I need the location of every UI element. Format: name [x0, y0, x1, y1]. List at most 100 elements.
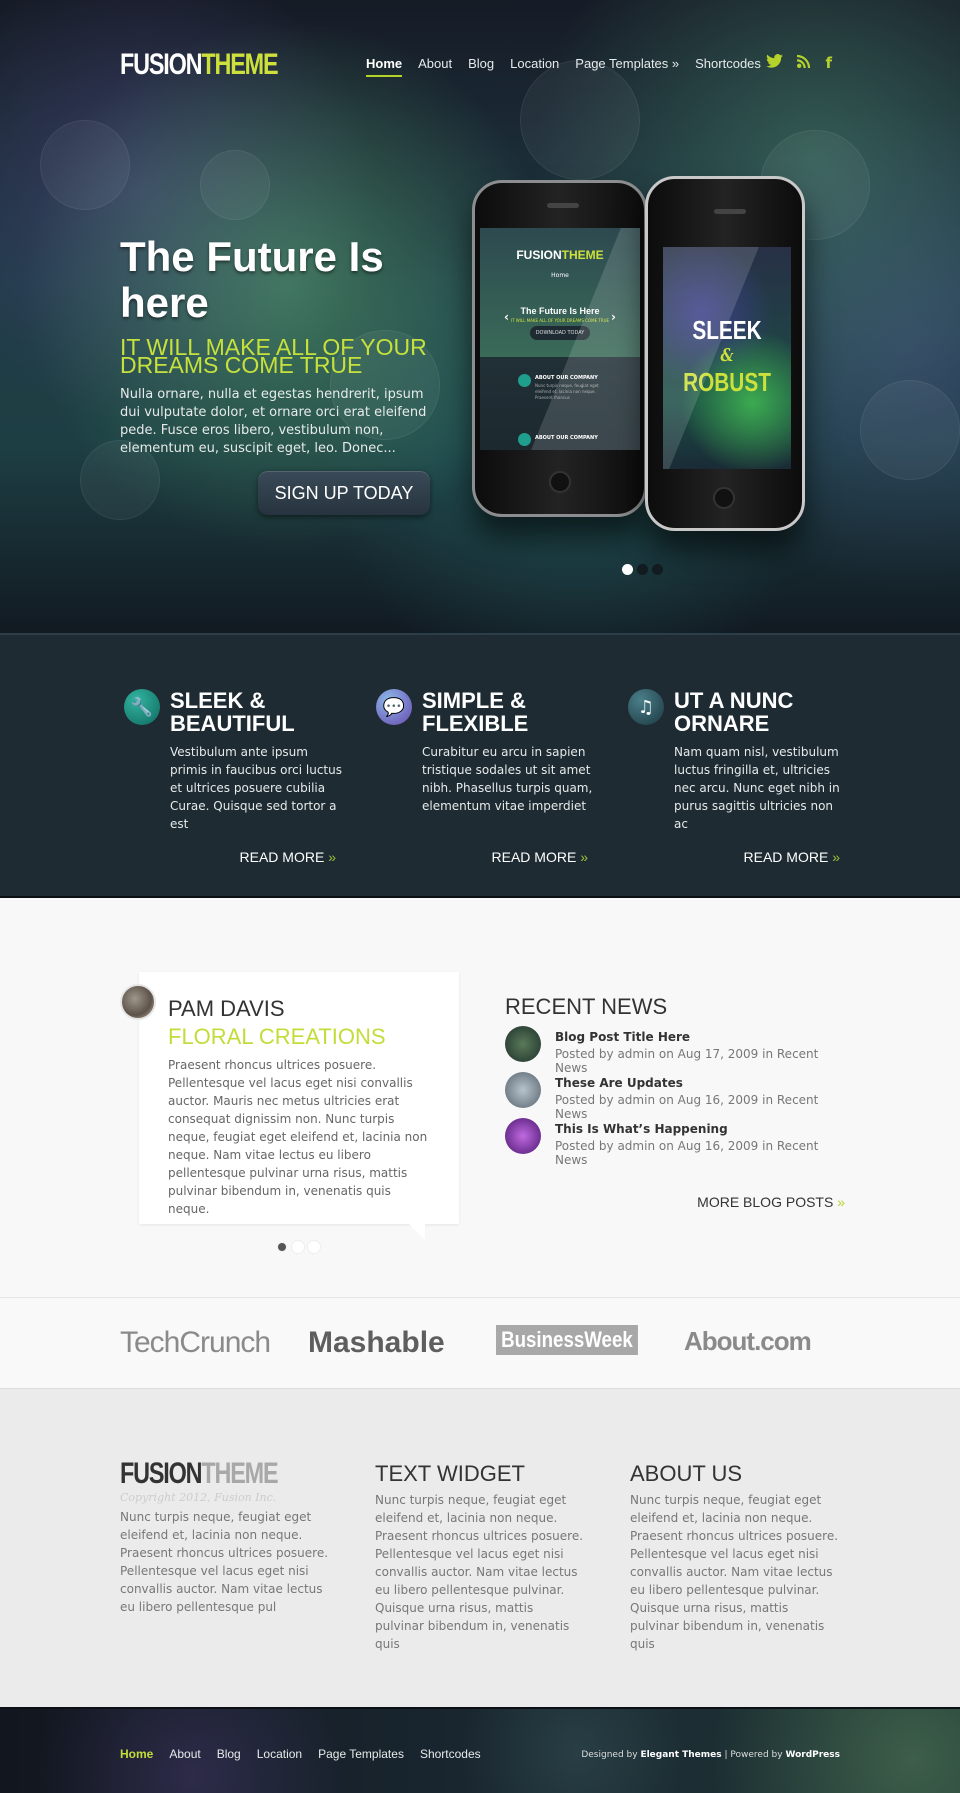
site-logo[interactable]: FUSIONTHEME [120, 48, 279, 82]
testimonial-dot-3[interactable] [307, 1240, 321, 1254]
footer-nav-about[interactable]: About [169, 1747, 200, 1761]
press-logos: TechCrunch Mashable BusinessWeek About.c… [0, 1297, 960, 1389]
phone-mockup-left: FUSIONTHEME Home ‹ › The Future Is Here … [472, 180, 647, 517]
footer-col-about: ABOUT US Nunc turpis neque, feugiat eget… [630, 1459, 860, 1653]
news-item: These Are Updates Posted by admin on Aug… [505, 1072, 845, 1121]
elegant-themes-link[interactable]: Elegant Themes [640, 1750, 721, 1760]
footer-nav: Home About Blog Location Page Templates … [120, 1747, 481, 1761]
footer-heading: ABOUT US [630, 1461, 743, 1486]
feature-title: SLEEK & BEAUTIFUL [170, 688, 295, 736]
feature-body: Nam quam nisl, vestibulum luctus fringil… [674, 745, 840, 831]
avatar [120, 984, 156, 1020]
footer-logo: FUSIONTHEME [120, 1457, 279, 1490]
news-title-link[interactable]: Blog Post Title Here [555, 1026, 845, 1044]
speaker-icon [714, 209, 746, 214]
mashable-logo: Mashable [308, 1326, 445, 1359]
feature-item: 🔧 SLEEK & BEAUTIFUL Vestibulum ante ipsu… [122, 688, 342, 865]
businessweek-logo: BusinessWeek [496, 1325, 638, 1355]
bokeh-decoration [860, 380, 960, 480]
home-button-icon [549, 471, 571, 493]
read-more-link[interactable]: READ MORE » [492, 849, 588, 865]
nav-home[interactable]: Home [366, 56, 403, 77]
nav-page-templates[interactable]: Page Templates » [575, 56, 679, 77]
footer-nav-shortcodes[interactable]: Shortcodes [420, 1747, 481, 1761]
phone-mockup-right: SLEEK & ROBUST [645, 176, 805, 531]
news-thumbnail[interactable] [505, 1118, 541, 1154]
site-header: FUSIONTHEME Home About Blog Location Pag… [120, 44, 840, 84]
credits: Designed by Elegant Themes | Powered by … [581, 1750, 840, 1760]
bokeh-decoration [200, 150, 270, 220]
news-thumbnail[interactable] [505, 1026, 541, 1062]
footer-nav-page-templates[interactable]: Page Templates [318, 1747, 404, 1761]
news-item: This Is What’s Happening Posted by admin… [505, 1118, 845, 1167]
phone-screen: SLEEK & ROBUST [663, 247, 791, 469]
news-heading: RECENT NEWS [505, 994, 668, 1019]
bottom-bar: Home About Blog Location Page Templates … [0, 1707, 960, 1793]
bokeh-decoration [40, 120, 130, 210]
twitter-icon[interactable] [766, 54, 784, 72]
testimonial-dot-2[interactable] [291, 1240, 305, 1254]
nav-location[interactable]: Location [510, 56, 559, 77]
social-links: f [766, 54, 832, 72]
news-thumbnail[interactable] [505, 1072, 541, 1108]
news-meta: Posted by admin on Aug 16, 2009 in Recen… [555, 1093, 819, 1121]
wrench-icon: 🔧 [124, 689, 160, 725]
testimonial-pagination [275, 1240, 321, 1254]
hero-section: FUSIONTHEME Home About Blog Location Pag… [0, 0, 960, 633]
news-title-link[interactable]: These Are Updates [555, 1072, 845, 1090]
testimonial-name: PAM DAVIS [168, 996, 285, 1021]
footer-nav-location[interactable]: Location [257, 1747, 302, 1761]
footer-text: Nunc turpis neque, feugiat eget eleifend… [120, 1510, 329, 1614]
recent-news: RECENT NEWS Blog Post Title Here Posted … [505, 994, 845, 1210]
slide-dot-2[interactable] [637, 564, 648, 575]
logo-part2: THEME [201, 48, 278, 81]
rss-icon[interactable] [797, 54, 811, 72]
read-more-link[interactable]: READ MORE » [744, 849, 840, 865]
main-nav: Home About Blog Location Page Templates … [366, 56, 761, 77]
news-item: Blog Post Title Here Posted by admin on … [505, 1026, 845, 1075]
footer-text: Nunc turpis neque, feugiat eget eleifend… [630, 1493, 839, 1651]
news-meta: Posted by admin on Aug 17, 2009 in Recen… [555, 1047, 819, 1075]
news-title-link[interactable]: This Is What’s Happening [555, 1118, 845, 1136]
copyright: Copyright 2012, Fusion Inc. [120, 1491, 277, 1504]
testimonial-news-section: PAM DAVIS FLORAL CREATIONS Praesent rhon… [0, 898, 960, 1297]
read-more-link[interactable]: READ MORE » [240, 849, 336, 865]
slide-dot-3[interactable] [652, 564, 663, 575]
about-com-logo: About.com [684, 1326, 812, 1356]
home-button-icon [713, 487, 735, 509]
nav-about[interactable]: About [418, 56, 452, 77]
wrench-icon [518, 433, 531, 446]
footer-nav-home[interactable]: Home [120, 1747, 153, 1761]
wordpress-link[interactable]: WordPress [785, 1750, 840, 1760]
logo-part1: FUSION [120, 48, 203, 81]
feature-body: Curabitur eu arcu in sapien tristique so… [422, 745, 593, 813]
testimonial-dot-1[interactable] [277, 1242, 287, 1252]
phone-screen: FUSIONTHEME Home ‹ › The Future Is Here … [480, 228, 640, 450]
features-section: 🔧 SLEEK & BEAUTIFUL Vestibulum ante ipsu… [0, 633, 960, 898]
slide-dot-1[interactable] [622, 564, 633, 575]
hero-text: The Future Is here IT WILL MAKE ALL OF Y… [120, 234, 440, 458]
hero-subtitle: IT WILL MAKE ALL OF YOUR DREAMS COME TRU… [120, 334, 427, 378]
slider-pagination [622, 564, 663, 575]
footer-text: Nunc turpis neque, feugiat eget eleifend… [375, 1493, 584, 1651]
feature-title: SIMPLE & FLEXIBLE [422, 688, 529, 736]
more-blog-posts-link[interactable]: MORE BLOG POSTS » [697, 1194, 845, 1210]
speaker-icon [547, 203, 579, 208]
wrench-icon [518, 374, 531, 387]
footer-col-text-widget: TEXT WIDGET Nunc turpis neque, feugiat e… [375, 1459, 605, 1653]
hero-body: Nulla ornare, nulla et egestas hendrerit… [120, 387, 427, 456]
speech-bubble-icon: 💬 [376, 689, 412, 725]
footer-nav-blog[interactable]: Blog [217, 1747, 241, 1761]
testimonial-body: Praesent rhoncus ultrices posuere. Pelle… [168, 1058, 428, 1216]
feature-item: ♫ UT A NUNC ORNARE Nam quam nisl, vestib… [626, 689, 846, 865]
sign-up-button[interactable]: SIGN UP TODAY [258, 471, 430, 515]
feature-body: Vestibulum ante ipsum primis in faucibus… [170, 745, 342, 831]
news-meta: Posted by admin on Aug 16, 2009 in Recen… [555, 1139, 819, 1167]
nav-blog[interactable]: Blog [468, 56, 494, 77]
nav-shortcodes[interactable]: Shortcodes [695, 56, 761, 77]
testimonial-company: FLORAL CREATIONS [168, 1024, 386, 1049]
facebook-icon[interactable]: f [825, 54, 832, 72]
techcrunch-logo: TechCrunch [120, 1326, 271, 1359]
music-note-icon: ♫ [628, 689, 664, 725]
hero-title: The Future Is here [120, 233, 384, 326]
